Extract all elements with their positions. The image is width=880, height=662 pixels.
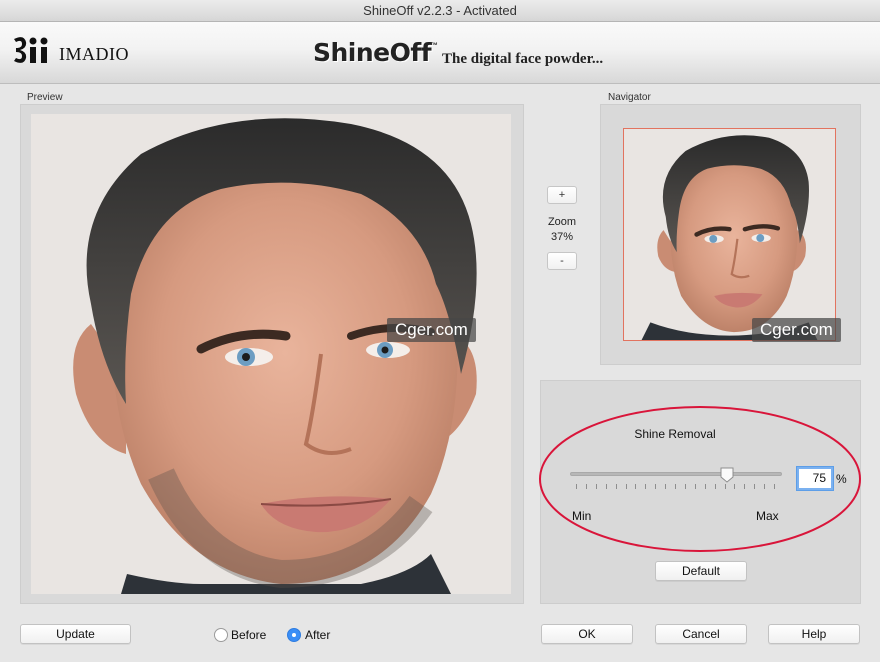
slider-tick	[576, 484, 577, 489]
slider-tick	[625, 484, 627, 489]
slider-tick	[605, 484, 607, 489]
navigator-image[interactable]	[623, 128, 836, 341]
slider-tick	[615, 484, 617, 489]
zoom-label: Zoom	[547, 216, 577, 228]
slider-tick	[764, 484, 766, 489]
default-button[interactable]: Default	[655, 561, 747, 581]
product-tagline: The digital face powder...	[442, 51, 604, 67]
app-banner: IMADIO ShineOff ™ The digital face powde…	[0, 22, 880, 84]
before-radio-label[interactable]: Before	[231, 628, 266, 642]
slider-tick	[704, 484, 706, 489]
after-radio-label[interactable]: After	[305, 628, 330, 642]
slider-max-label: Max	[756, 509, 779, 523]
ok-button[interactable]: OK	[541, 624, 633, 644]
preview-label: Preview	[27, 92, 63, 103]
slider-tick	[714, 484, 716, 489]
shine-slider-thumb[interactable]	[720, 467, 734, 483]
slider-tick	[665, 484, 667, 489]
window-title: ShineOff v2.2.3 - Activated	[0, 0, 880, 22]
slider-min-label: Min	[572, 509, 592, 523]
slider-tick	[684, 484, 686, 489]
slider-tick	[694, 484, 696, 489]
slider-tick	[754, 484, 756, 489]
percent-unit: %	[836, 472, 847, 486]
preview-watermark: Cger.com	[387, 318, 476, 342]
after-radio[interactable]	[287, 628, 301, 642]
slider-tick	[724, 484, 726, 489]
shine-removal-title: Shine Removal	[634, 427, 716, 441]
slider-tick	[734, 484, 736, 489]
company-name: IMADIO	[59, 44, 129, 64]
navigator-label: Navigator	[608, 92, 651, 103]
slider-tick	[595, 484, 597, 489]
help-button[interactable]: Help	[768, 624, 860, 644]
slider-tick	[635, 484, 637, 489]
shine-percent-input[interactable]: 75	[797, 467, 833, 490]
zoom-value: 37%	[550, 231, 574, 243]
product-name: ShineOff	[313, 38, 432, 67]
slider-tick	[774, 484, 775, 489]
slider-tick	[645, 484, 647, 489]
slider-tick	[585, 484, 587, 489]
shine-slider-track[interactable]	[570, 472, 782, 476]
trademark-symbol: ™	[430, 41, 438, 50]
navigator-thumbnail-icon	[624, 129, 835, 340]
slider-tick	[655, 484, 657, 489]
before-radio[interactable]	[214, 628, 228, 642]
slider-tick	[744, 484, 746, 489]
navigator-watermark: Cger.com	[752, 318, 841, 342]
imadio-logo-icon	[14, 37, 48, 63]
zoom-out-button[interactable]: -	[547, 252, 577, 270]
slider-tick	[675, 484, 676, 489]
face-photo-icon	[31, 114, 511, 594]
cancel-button[interactable]: Cancel	[655, 624, 747, 644]
update-button[interactable]: Update	[20, 624, 131, 644]
preview-image[interactable]	[31, 114, 511, 594]
zoom-in-button[interactable]: +	[547, 186, 577, 204]
